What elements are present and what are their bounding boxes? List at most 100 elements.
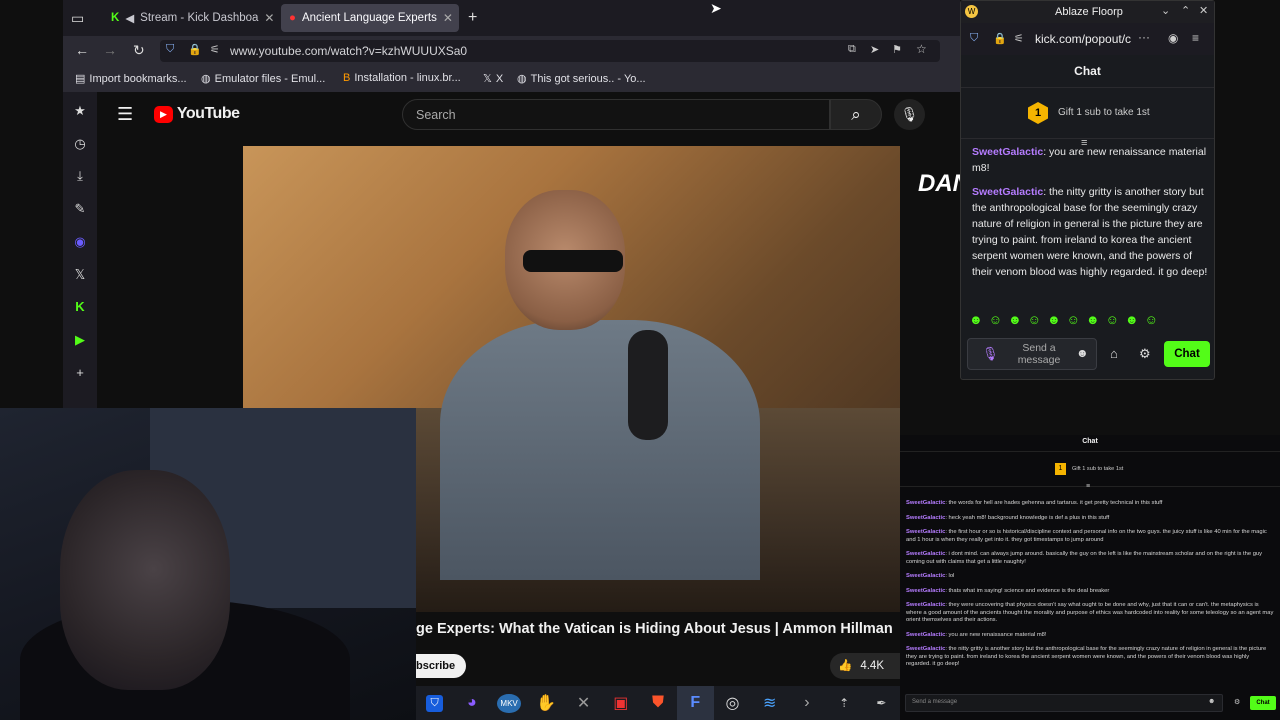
voice-search-button[interactable]: 🎙 [894,99,925,130]
chat-username[interactable]: SweetGalactic [972,146,1043,158]
chat-username[interactable]: SweetGalactic [906,632,945,638]
new-tab-button[interactable]: + [468,9,477,27]
chat-message: SweetGalactic: the nitty gritty is anoth… [900,646,1280,669]
star-bookmark-icon[interactable]: ☆ [916,42,927,56]
flag-icon[interactable]: ⚑ [892,43,902,56]
app-icon[interactable]: ✕ [565,686,602,720]
close-tab-icon[interactable]: ✕ [264,11,274,25]
pen-icon[interactable]: ✎ [63,201,97,217]
search-button[interactable]: ⌕ [830,99,882,130]
gift-sub-banner[interactable]: 1 Gift 1 sub to take 1st [900,451,1280,487]
mkv-icon[interactable]: MKV [490,686,527,720]
menu-icon[interactable]: ☰ [117,104,133,125]
chat-username[interactable]: SweetGalactic [906,529,945,535]
emote-icon[interactable]: ☺ [989,312,1002,330]
emote-icon[interactable]: ☻ [969,312,983,330]
star-icon[interactable]: ★ [63,103,97,119]
close-tab-icon[interactable]: ✕ [443,11,453,25]
emoji-icon[interactable]: ☻ [1208,698,1215,705]
add-icon[interactable]: + [63,365,97,380]
chat-heading: Chat [1082,438,1098,445]
tab-list-icon[interactable]: ▭ [71,10,84,27]
bitwarden-icon[interactable]: ⛉ [416,686,453,720]
play-icon[interactable]: ▶ [63,332,97,348]
emote-icon[interactable]: ☻ [1047,312,1061,330]
tab-kick-dashboard[interactable]: K ◀ Stream - Kick Dashboa ✕ [103,4,275,32]
popout-urlbar[interactable]: ⛉ 🔒 ⚟ kick.com/popout/c ··· ◉ ≡ [961,23,1214,55]
bookmark-x[interactable]: 𝕏X [483,72,503,86]
back-icon[interactable]: ← [75,42,89,58]
pip-icon[interactable]: ⧉ [848,43,856,56]
hand-icon[interactable]: ✋ [528,686,565,720]
reload-icon[interactable]: ↻ [133,42,145,59]
search-input[interactable]: Search [402,99,830,130]
bookmarks-bar: ▤ Import bookmarks... ◍ Emulator files - E… [63,66,960,92]
stack-icon[interactable]: ≋ [751,686,788,720]
terminal-icon[interactable]: › [788,686,825,720]
chat-username[interactable]: SweetGalactic [906,588,945,594]
url-bar[interactable]: ⛉ 🔒 ⚟ www.youtube.com/watch?v=kzhWUUUXSa… [160,40,940,62]
chat-username[interactable]: SweetGalactic [906,646,945,652]
floorp-icon[interactable]: ◉ [63,234,97,250]
more-icon[interactable]: ··· [1138,30,1150,44]
chat-message: SweetGalactic: they were uncovering that… [900,602,1280,625]
x-icon[interactable]: 𝕏 [63,267,97,283]
floorp-icon[interactable]: F [676,686,714,720]
store-icon[interactable]: ⌂ [1110,346,1118,361]
mic-icon[interactable]: 🎙 [982,346,999,362]
pin-icon[interactable]: ≡ [1086,483,1090,490]
chevron-down-icon[interactable]: ⌄ [1161,4,1170,17]
chat-username[interactable]: SweetGalactic [906,602,945,608]
gift-sub-banner[interactable]: 1 Gift 1 sub to take 1st [961,87,1214,139]
bookmark-installation[interactable]: B Installation - linux.br... [343,72,461,84]
close-icon[interactable]: ✕ [1199,4,1208,17]
bookmark-youtube[interactable]: ◍ This got serious.. - Yo... [517,72,646,86]
permissions-icon: ⚟ [210,44,220,56]
emote-icon[interactable]: ☺ [1106,312,1119,330]
pen-tray-icon[interactable]: ✒ [863,686,900,720]
bookmark-emulator[interactable]: ◍ Emulator files - Emul... [201,72,325,86]
message-input[interactable]: Send a message ☻ [905,694,1223,712]
settings-icon[interactable]: ⚙ [1139,346,1151,362]
subscribe-button[interactable]: bscribe [416,654,466,678]
account-icon[interactable]: ◉ [1168,31,1178,45]
message-input[interactable]: 🎙 Send a message ☻ [967,338,1097,370]
youtube-logo[interactable]: ▶ YouTube [154,105,240,123]
emote-icon[interactable]: ☺ [1145,312,1158,330]
red-app-icon[interactable]: ▣ [602,686,639,720]
emote-icon[interactable]: ☺ [1028,312,1041,330]
kick-icon[interactable]: K [63,299,97,314]
tab-youtube[interactable]: ● Ancient Language Experts ✕ [281,4,459,32]
download-icon[interactable]: ⤓ [63,168,97,184]
send-chat-button[interactable]: Chat [1164,341,1210,367]
chat-username[interactable]: SweetGalactic [906,515,945,521]
history-icon[interactable]: ◷ [63,136,97,152]
tray-icon[interactable]: ⇡ [826,686,863,720]
blogger-icon: B [343,72,351,84]
tab-label: Ancient Language Experts [301,12,437,24]
gift-text: Gift 1 sub to take 1st [1072,466,1124,472]
send-icon[interactable]: ➤ [870,43,879,56]
emoji-icon[interactable]: ☻ [1076,346,1089,360]
browser-icon[interactable]: ◕ [453,686,490,720]
chat-username[interactable]: SweetGalactic [972,186,1043,198]
send-chat-button[interactable]: Chat [1250,696,1276,710]
bookmark-import[interactable]: ▤ Import bookmarks... [75,72,187,86]
emote-icon[interactable]: ☻ [1008,312,1022,330]
brave-icon[interactable]: ⛊ [639,686,676,720]
chat-message: SweetGalactic: you are new renaissance m… [900,632,1280,640]
emote-icon[interactable]: ☺ [1067,312,1080,330]
chat-username[interactable]: SweetGalactic [906,500,945,506]
kick-popout-window: W Ablaze Floorp ⌄ ⌃ ✕ ⛉ 🔒 ⚟ kick.com/pop… [960,0,1215,380]
obs-icon[interactable]: ◎ [714,686,751,720]
import-icon: ▤ [75,73,86,85]
emote-icon[interactable]: ☻ [1086,312,1100,330]
chevron-up-icon[interactable]: ⌃ [1181,4,1190,17]
like-button[interactable]: 👍 4.4K [830,653,900,679]
menu-icon[interactable]: ≡ [1192,31,1199,45]
chat-username[interactable]: SweetGalactic [906,551,945,557]
forward-icon[interactable]: → [103,42,117,58]
emote-icon[interactable]: ☻ [1125,312,1139,330]
settings-icon[interactable]: ⚙ [1234,698,1240,706]
chat-username[interactable]: SweetGalactic [906,573,945,579]
